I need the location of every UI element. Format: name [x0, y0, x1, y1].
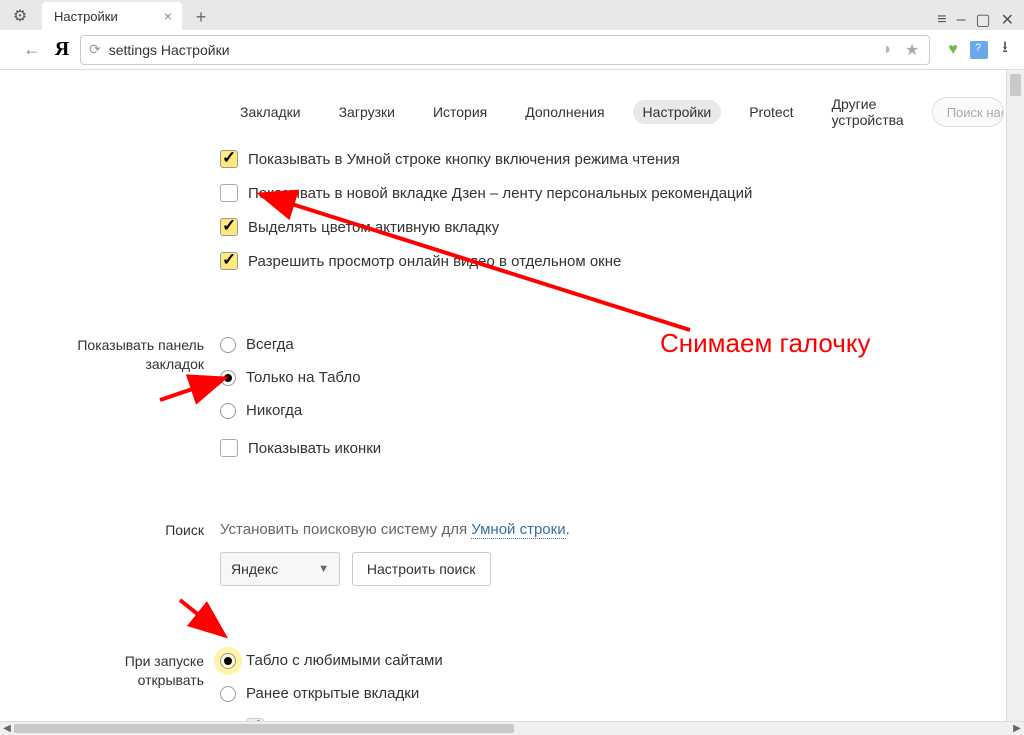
window-titlebar: ⚙ Настройки × + ≡ – ▢ ✕: [0, 0, 1024, 30]
radio-row-tablo: Табло с любимыми сайтами: [220, 652, 1024, 669]
radio-tablo-only[interactable]: [220, 370, 236, 386]
checkbox-label: Выделять цветом активную вкладку: [248, 219, 499, 236]
browser-tab[interactable]: Настройки ×: [42, 2, 182, 30]
radio-label: Никогда: [246, 402, 302, 419]
section-label-bookmarks-panel: Показывать панель закладок: [0, 336, 220, 493]
close-window-icon[interactable]: ✕: [1001, 10, 1014, 30]
nav-protect[interactable]: Protect: [739, 100, 803, 124]
radio-label: Только на Табло: [246, 369, 361, 386]
tab-close-icon[interactable]: ×: [160, 8, 176, 24]
nav-bookmarks[interactable]: Закладки: [230, 100, 311, 124]
search-desc: Установить поисковую систему для Умной с…: [220, 521, 1024, 538]
window-controls: ≡ – ▢ ✕: [937, 10, 1024, 30]
radio-never[interactable]: [220, 403, 236, 419]
protect-shield-icon[interactable]: ◑: [877, 41, 895, 59]
bookmark-star-icon[interactable]: ★: [903, 40, 921, 60]
checkbox-row-active-tab-color: Выделять цветом активную вкладку: [220, 218, 1024, 236]
checkbox-label: Разрешить просмотр онлайн видео в отдель…: [248, 253, 621, 270]
back-button[interactable]: ←: [20, 39, 44, 60]
address-bar: ← Я ⟳ settings Настройки ◑ ★ ♥ ⭳: [0, 30, 1024, 70]
scroll-left-arrow[interactable]: ◀: [0, 722, 14, 735]
radio-label: Всегда: [246, 336, 294, 353]
radio-row-always: Всегда: [220, 336, 1024, 353]
smart-line-link[interactable]: Умной строки: [471, 521, 565, 539]
radio-label: Табло с любимыми сайтами: [246, 652, 443, 669]
section-label-search: Поиск: [0, 521, 220, 606]
radio-label: Ранее открытые вкладки: [246, 685, 419, 702]
vertical-scrollbar[interactable]: [1006, 70, 1024, 721]
yandex-logo[interactable]: Я: [52, 38, 72, 61]
chevron-down-icon: ▼: [318, 563, 329, 575]
checkbox-row-reading-mode: Показывать в Умной строке кнопку включен…: [220, 150, 1024, 168]
checkbox-video-window[interactable]: [220, 252, 238, 270]
checkbox-label: Показывать в новой вкладке Дзен – ленту …: [248, 185, 752, 202]
omnibox[interactable]: ⟳ settings Настройки ◑ ★: [80, 35, 930, 65]
nav-addons[interactable]: Дополнения: [515, 100, 614, 124]
extension-icon[interactable]: [970, 41, 988, 59]
section-bookmarks-panel: Показывать панель закладок Всегда Только…: [0, 336, 1024, 493]
search-engine-value: Яндекс: [231, 561, 278, 577]
radio-row-tablo-only: Только на Табло: [220, 369, 1024, 386]
tab-title: Настройки: [54, 9, 118, 24]
radio-row-prev-tabs: Ранее открытые вкладки: [220, 685, 1024, 702]
radio-startup-tablo[interactable]: [220, 653, 236, 669]
radio-startup-prev-tabs[interactable]: [220, 686, 236, 702]
gear-icon[interactable]: ⚙: [6, 2, 34, 30]
scrollbar-thumb[interactable]: [1010, 74, 1021, 96]
nav-settings[interactable]: Настройки: [633, 100, 722, 124]
radio-row-never: Никогда: [220, 402, 1024, 419]
scroll-right-arrow[interactable]: ▶: [1010, 722, 1024, 735]
radio-always[interactable]: [220, 337, 236, 353]
checkbox-show-icons[interactable]: [220, 439, 238, 457]
content-area: Закладки Загрузки История Дополнения Нас…: [0, 70, 1024, 721]
section-startup: При запуске открывать Табло с любимыми с…: [0, 652, 1024, 721]
checkbox-row-video-window: Разрешить просмотр онлайн видео в отдель…: [220, 252, 1024, 270]
configure-search-button[interactable]: Настроить поиск: [352, 552, 491, 586]
checkbox-active-tab-color[interactable]: [220, 218, 238, 236]
annotation-text: Снимаем галочку: [660, 328, 871, 359]
nav-devices[interactable]: Другие устройства: [822, 92, 914, 132]
toolbar-right: ♥ ⭳: [938, 36, 1014, 63]
new-tab-button[interactable]: +: [188, 4, 214, 30]
section-label-empty: [0, 150, 220, 306]
checkbox-label: Показывать иконки: [248, 440, 381, 457]
checkbox-reading-mode[interactable]: [220, 150, 238, 168]
checkbox-dzen[interactable]: [220, 184, 238, 202]
omnibox-text: settings Настройки: [109, 42, 230, 58]
minimize-icon[interactable]: –: [957, 11, 966, 29]
search-engine-select[interactable]: Яндекс ▼: [220, 552, 340, 586]
settings-nav: Закладки Загрузки История Дополнения Нас…: [230, 70, 1024, 146]
checkbox-row-dzen: Показывать в новой вкладке Дзен – ленту …: [220, 184, 1024, 202]
section-search: Поиск Установить поисковую систему для У…: [0, 521, 1024, 606]
nav-downloads[interactable]: Загрузки: [329, 100, 405, 124]
reload-icon[interactable]: ⟳: [89, 41, 101, 58]
section-smartline: Показывать в Умной строке кнопку включен…: [0, 150, 1024, 306]
scrollbar-thumb-h[interactable]: [14, 724, 514, 733]
maximize-icon[interactable]: ▢: [975, 10, 990, 30]
checkbox-row-show-icons: Показывать иконки: [220, 439, 1024, 457]
search-settings-input[interactable]: Поиск настроек: [932, 97, 1004, 127]
checkbox-label: Показывать в Умной строке кнопку включен…: [248, 151, 680, 168]
shield-check-icon[interactable]: ♥: [944, 41, 962, 59]
downloads-icon[interactable]: ⭳: [996, 36, 1014, 63]
section-label-startup: При запуске открывать: [0, 652, 220, 721]
horizontal-scrollbar[interactable]: ◀ ▶: [0, 721, 1024, 735]
menu-icon[interactable]: ≡: [937, 11, 946, 29]
search-settings-placeholder: Поиск настроек: [947, 105, 1004, 120]
nav-history[interactable]: История: [423, 100, 497, 124]
